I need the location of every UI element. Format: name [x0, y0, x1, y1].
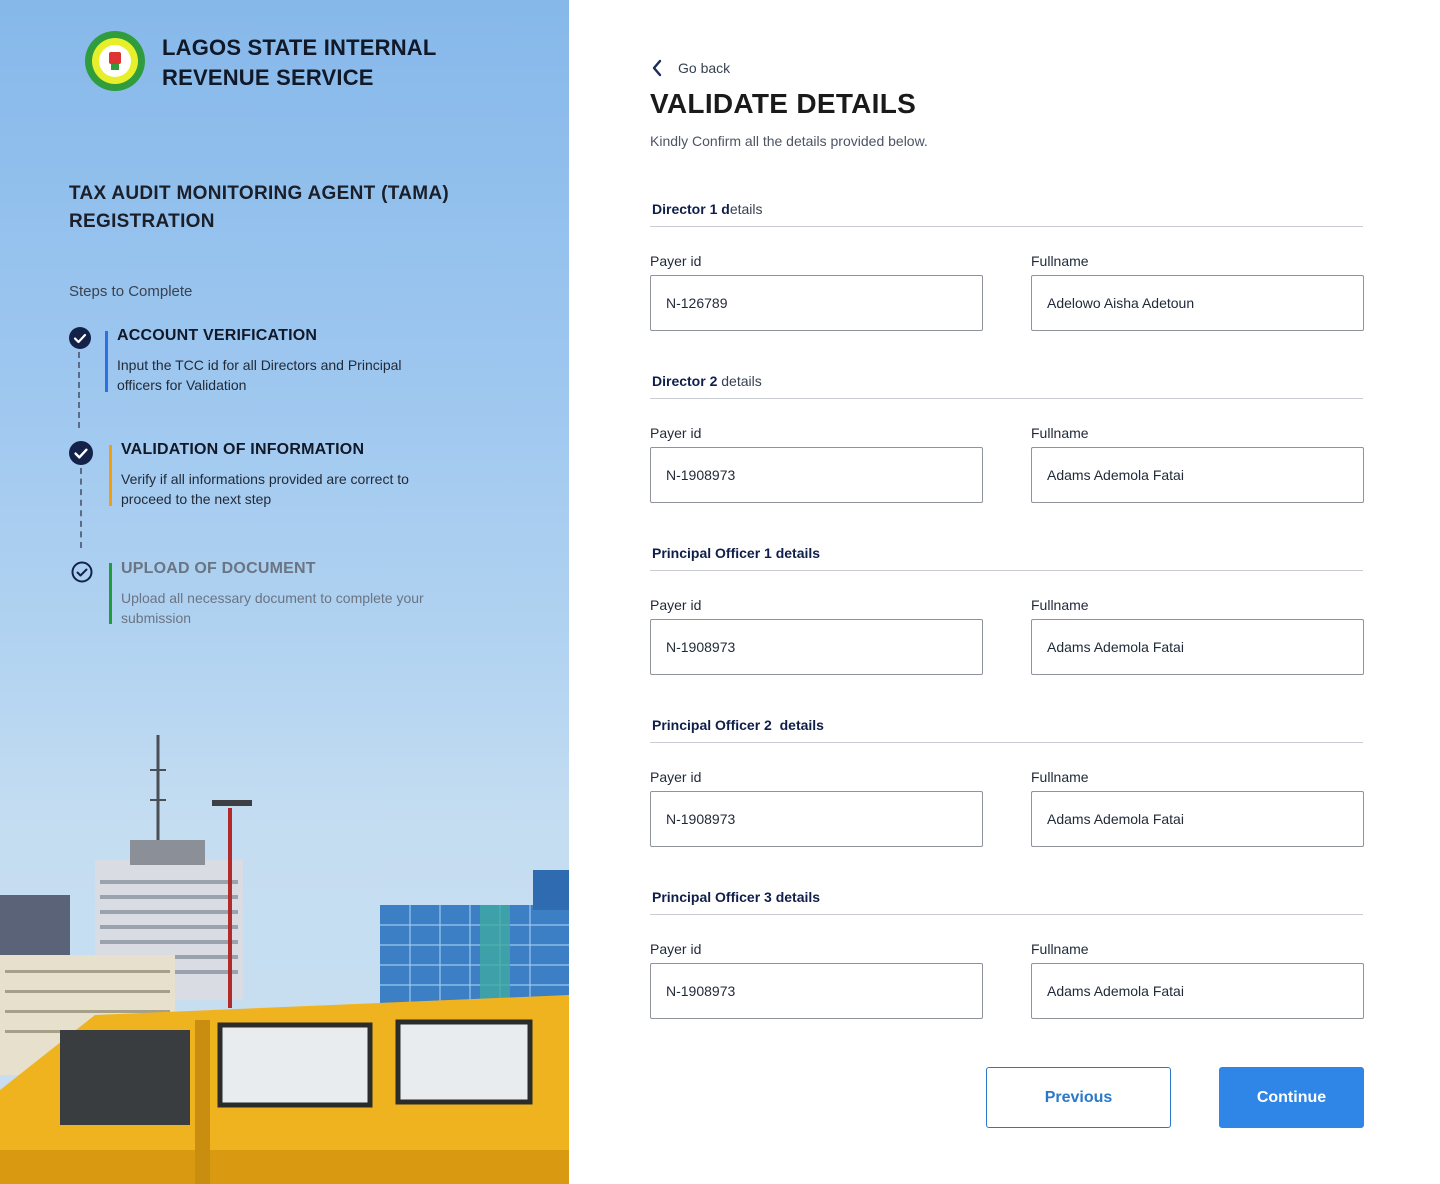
fullname-input[interactable]: Adams Ademola Fatai — [1031, 447, 1364, 503]
fullname-label: Fullname — [1031, 425, 1089, 441]
step-title: VALIDATION OF INFORMATION — [121, 441, 365, 458]
check-circle-filled-icon — [69, 327, 91, 349]
payer-id-input[interactable]: N-1908973 — [650, 963, 983, 1019]
payer-id-field: Payer id N-1908973 — [650, 769, 983, 847]
fullname-field: Fullname Adams Ademola Fatai — [1031, 597, 1364, 675]
section-heading: Principal Officer 3 details — [652, 889, 820, 905]
fullname-label: Fullname — [1031, 253, 1089, 269]
fullname-field: Fullname Adams Ademola Fatai — [1031, 769, 1364, 847]
left-panel: LAGOS STATE INTERNAL REVENUE SERVICE TAX… — [0, 0, 569, 1184]
fullname-label: Fullname — [1031, 597, 1089, 613]
section-heading-rest: etails — [729, 201, 763, 217]
fullname-label: Fullname — [1031, 941, 1089, 957]
payer-id-label: Payer id — [650, 425, 702, 441]
step-accent-bar — [105, 331, 108, 392]
fullname-input[interactable]: Adams Ademola Fatai — [1031, 963, 1364, 1019]
section-heading-rest: details — [717, 373, 762, 389]
payer-id-label: Payer id — [650, 253, 702, 269]
section-heading-bold: Principal Officer 3 details — [652, 889, 821, 905]
brand: LAGOS STATE INTERNAL REVENUE SERVICE — [84, 30, 442, 93]
step-connector — [78, 352, 80, 428]
fullname-field: Fullname Adams Ademola Fatai — [1031, 425, 1364, 503]
section-heading: Director 1 details — [652, 201, 763, 217]
step-accent-bar — [109, 445, 112, 506]
payer-id-field: Payer id N-1908973 — [650, 941, 983, 1019]
fullname-label: Fullname — [1031, 769, 1089, 785]
payer-id-label: Payer id — [650, 941, 702, 957]
section-divider — [650, 570, 1363, 571]
step-title: ACCOUNT VERIFICATION — [117, 327, 318, 344]
page-subtitle: Kindly Confirm all the details provided … — [650, 133, 928, 149]
step-title: UPLOAD OF DOCUMENT — [121, 560, 316, 577]
brand-title: LAGOS STATE INTERNAL REVENUE SERVICE — [162, 35, 437, 90]
step-description: Upload all necessary document to complet… — [121, 590, 424, 626]
payer-id-input[interactable]: N-1908973 — [650, 619, 983, 675]
payer-id-field: Payer id N-1908973 — [650, 425, 983, 503]
payer-id-input[interactable]: N-126789 — [650, 275, 983, 331]
fullname-field: Fullname Adelowo Aisha Adetoun — [1031, 253, 1364, 331]
payer-id-input[interactable]: N-1908973 — [650, 791, 983, 847]
payer-id-label: Payer id — [650, 769, 702, 785]
fullname-input[interactable]: Adams Ademola Fatai — [1031, 791, 1364, 847]
step-connector — [80, 468, 82, 548]
step-accent-bar — [109, 563, 112, 624]
continue-button[interactable]: Continue — [1219, 1067, 1364, 1128]
chevron-left-icon — [652, 59, 662, 77]
section-heading: Director 2 details — [652, 373, 762, 389]
payer-id-label: Payer id — [650, 597, 702, 613]
fullname-input[interactable]: Adelowo Aisha Adetoun — [1031, 275, 1364, 331]
go-back-label: Go back — [678, 60, 731, 76]
registration-title: TAX AUDIT MONITORING AGENT (TAMA) REGIST… — [69, 183, 450, 232]
page-title: VALIDATE DETAILS — [650, 88, 917, 119]
step-description: Verify if all informations provided are … — [121, 471, 409, 507]
section-divider — [650, 226, 1363, 227]
section-heading-bold: Principal Officer 2 details — [652, 717, 824, 733]
lirs-logo — [85, 31, 145, 91]
fullname-field: Fullname Adams Ademola Fatai — [1031, 941, 1364, 1019]
payer-id-field: Payer id N-1908973 — [650, 597, 983, 675]
check-circle-filled-icon — [69, 441, 93, 465]
section-heading: Principal Officer 1 details — [652, 545, 820, 561]
payer-id-input[interactable]: N-1908973 — [650, 447, 983, 503]
section-divider — [650, 398, 1363, 399]
steps-label: Steps to Complete — [69, 283, 193, 300]
section-heading-bold: Director 1 d — [652, 201, 730, 217]
step-description: Input the TCC id for all Directors and P… — [117, 357, 402, 393]
check-circle-outline-icon — [71, 561, 93, 583]
section-heading-bold: Director 2 — [652, 373, 718, 389]
section-divider — [650, 742, 1363, 743]
section-heading-bold: Principal Officer 1 details — [652, 545, 821, 561]
section-divider — [650, 914, 1363, 915]
payer-id-field: Payer id N-126789 — [650, 253, 983, 331]
fullname-input[interactable]: Adams Ademola Fatai — [1031, 619, 1364, 675]
previous-button[interactable]: Previous — [986, 1067, 1171, 1128]
section-heading: Principal Officer 2 details — [652, 717, 824, 733]
go-back-link[interactable]: Go back — [650, 58, 730, 78]
